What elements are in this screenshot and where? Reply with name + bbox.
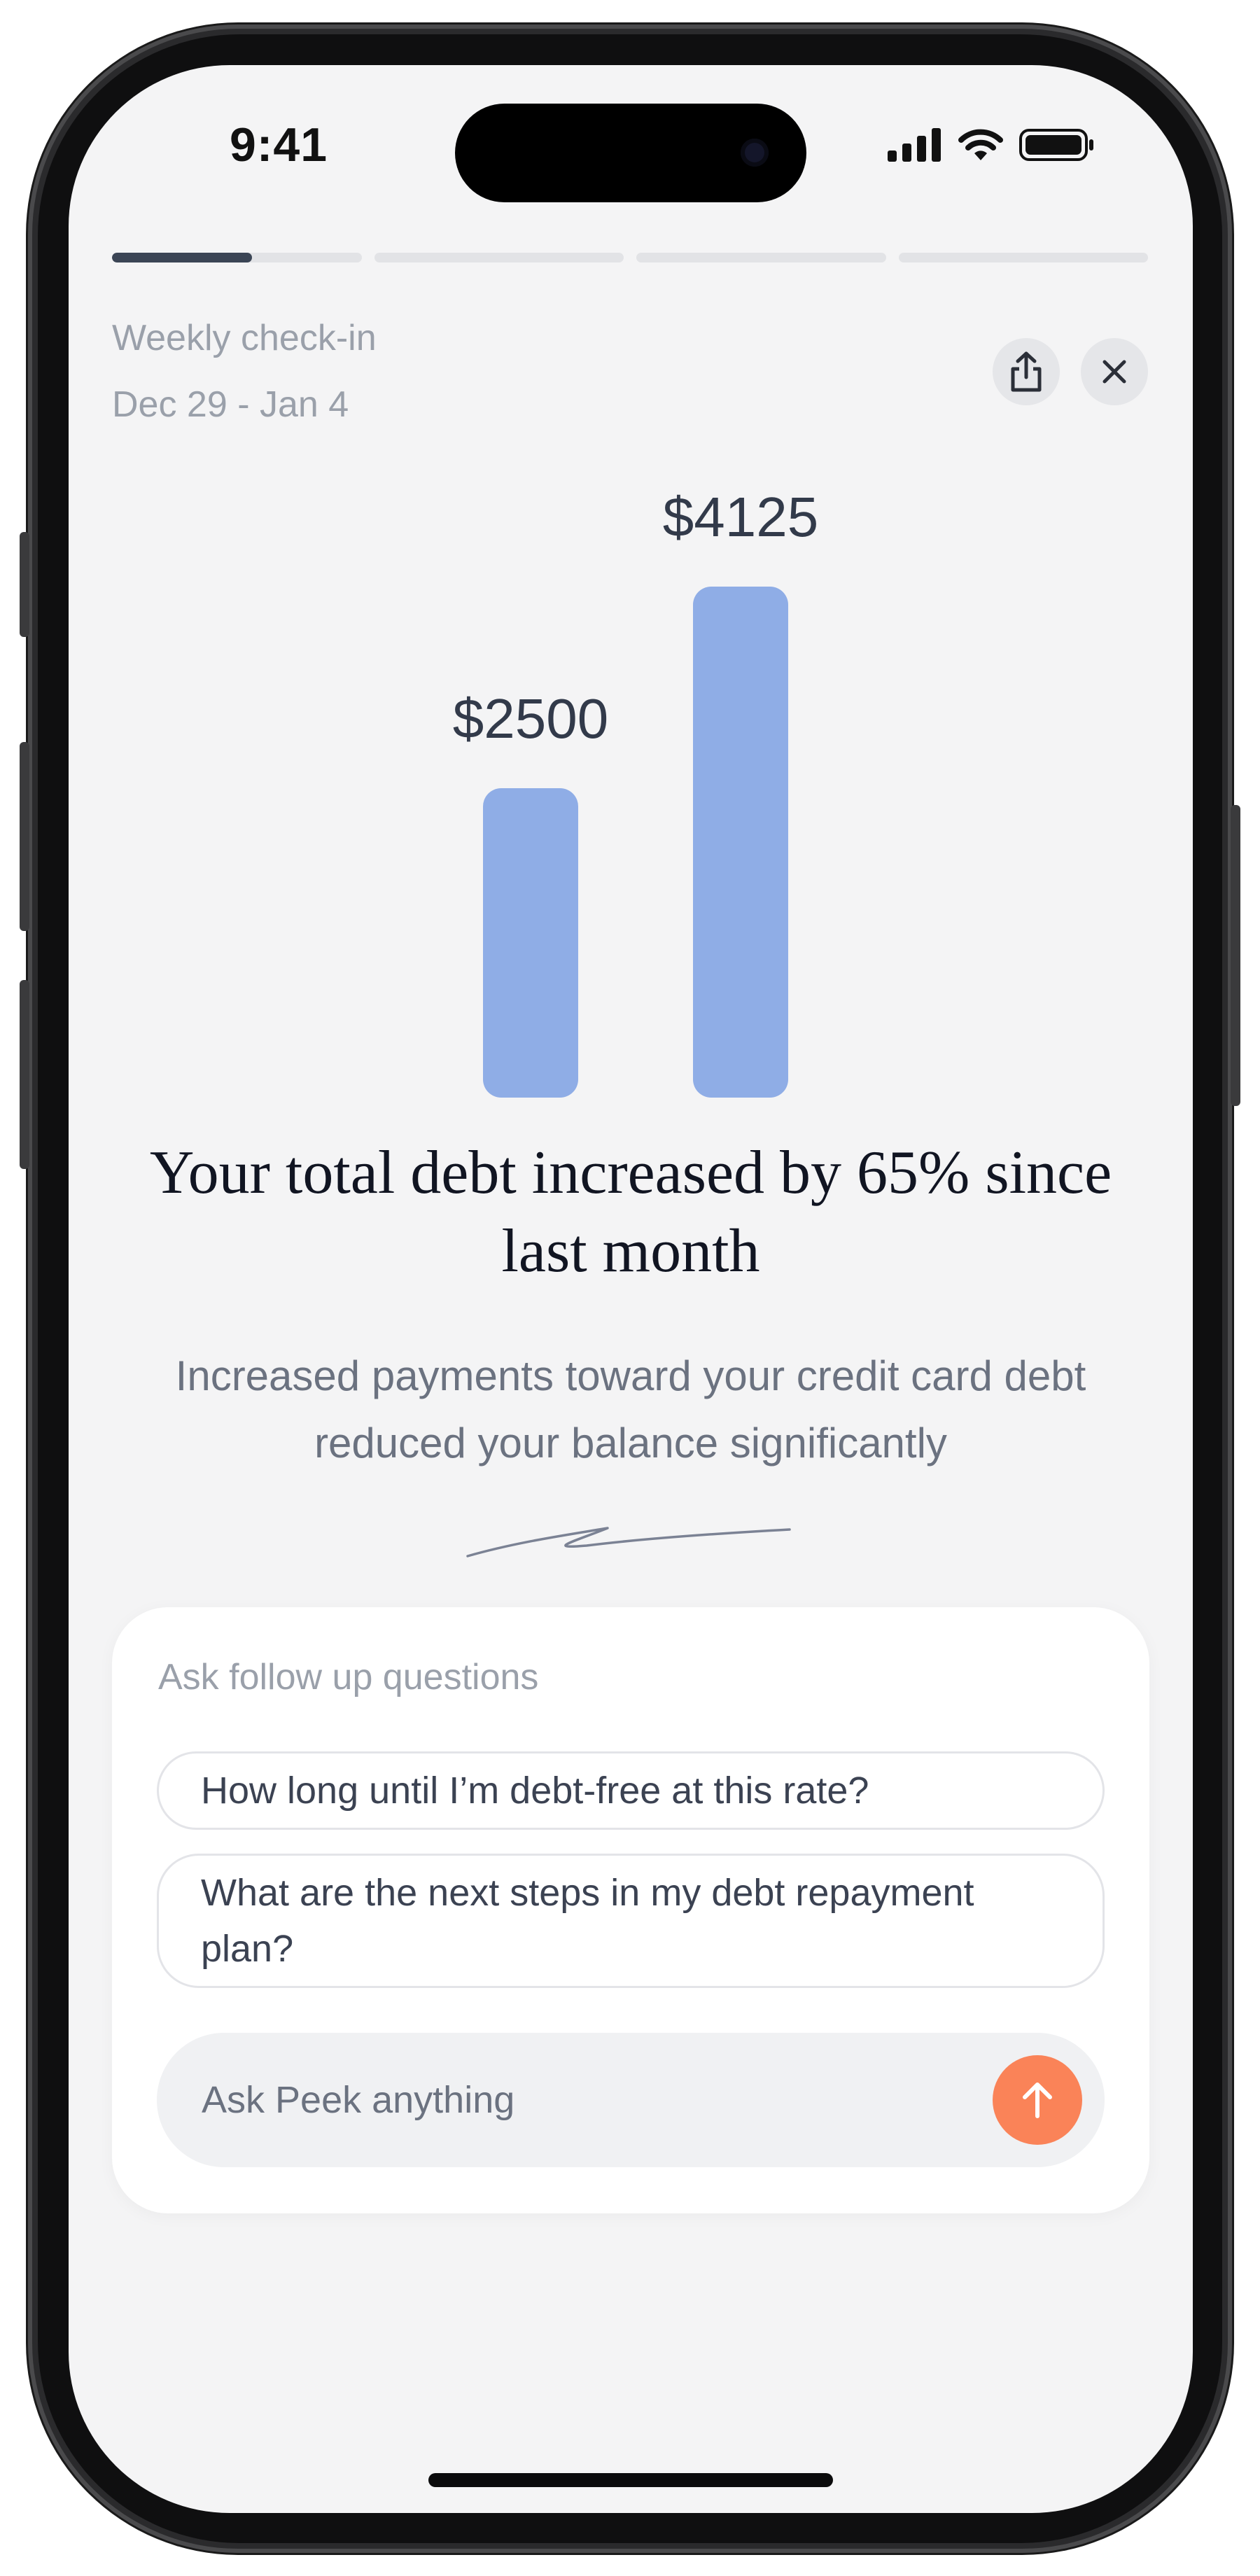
cellular-signal-icon — [888, 128, 941, 162]
follow-up-card: Ask follow up questions How long until I… — [112, 1607, 1149, 2213]
action-button — [20, 532, 29, 637]
bar-2 — [693, 587, 788, 1098]
summary-text: Increased payments toward your credit ca… — [175, 1352, 1086, 1466]
app-screen: 9:41 Weekly check-in Dec 29 - Jan 4 $250… — [69, 65, 1193, 2513]
share-button[interactable] — [993, 338, 1060, 405]
arrow-up-icon — [1023, 2082, 1052, 2118]
close-icon — [1102, 360, 1126, 384]
bar-value-label-1: $2500 — [452, 687, 609, 750]
squiggle-divider — [466, 1527, 791, 1558]
story-progress — [112, 253, 1148, 262]
suggested-question-1[interactable]: How long until I’m debt-free at this rat… — [157, 1751, 1105, 1830]
wifi-icon — [958, 129, 1003, 160]
front-camera — [741, 139, 769, 167]
date-range: Dec 29 - Jan 4 — [112, 384, 349, 425]
volume-up-button — [20, 742, 29, 931]
status-time: 9:41 — [229, 118, 328, 172]
battery-icon — [1019, 129, 1093, 161]
home-indicator[interactable] — [428, 2473, 833, 2487]
progress-segment-2 — [374, 253, 624, 262]
ask-field — [157, 2033, 1105, 2167]
power-button — [1231, 805, 1240, 1106]
bar-1 — [483, 788, 578, 1098]
page-title: Weekly check-in — [112, 318, 377, 358]
volume-down-button — [20, 980, 29, 1169]
dynamic-island — [455, 104, 806, 202]
send-button[interactable] — [993, 2055, 1082, 2145]
suggested-question-label: How long until I’m debt-free at this rat… — [201, 1770, 869, 1812]
ask-input[interactable] — [200, 2033, 970, 2167]
suggested-question-label: What are the next steps in my debt repay… — [201, 1872, 974, 1970]
follow-up-title: Ask follow up questions — [158, 1657, 539, 1698]
progress-segment-3 — [636, 253, 886, 262]
headline: Your total debt increased by 65% since l… — [149, 1139, 1112, 1285]
bar-value-label-2: $4125 — [662, 486, 819, 548]
progress-segment-4 — [898, 253, 1148, 262]
share-icon — [1011, 351, 1042, 392]
close-button[interactable] — [1081, 338, 1148, 405]
suggested-question-2[interactable]: What are the next steps in my debt repay… — [157, 1854, 1105, 1988]
progress-segment-1 — [112, 253, 362, 262]
status-icons — [888, 128, 1095, 162]
progress-fill — [112, 253, 252, 262]
debt-bar-chart: $2500 $4125 — [69, 457, 1193, 1157]
